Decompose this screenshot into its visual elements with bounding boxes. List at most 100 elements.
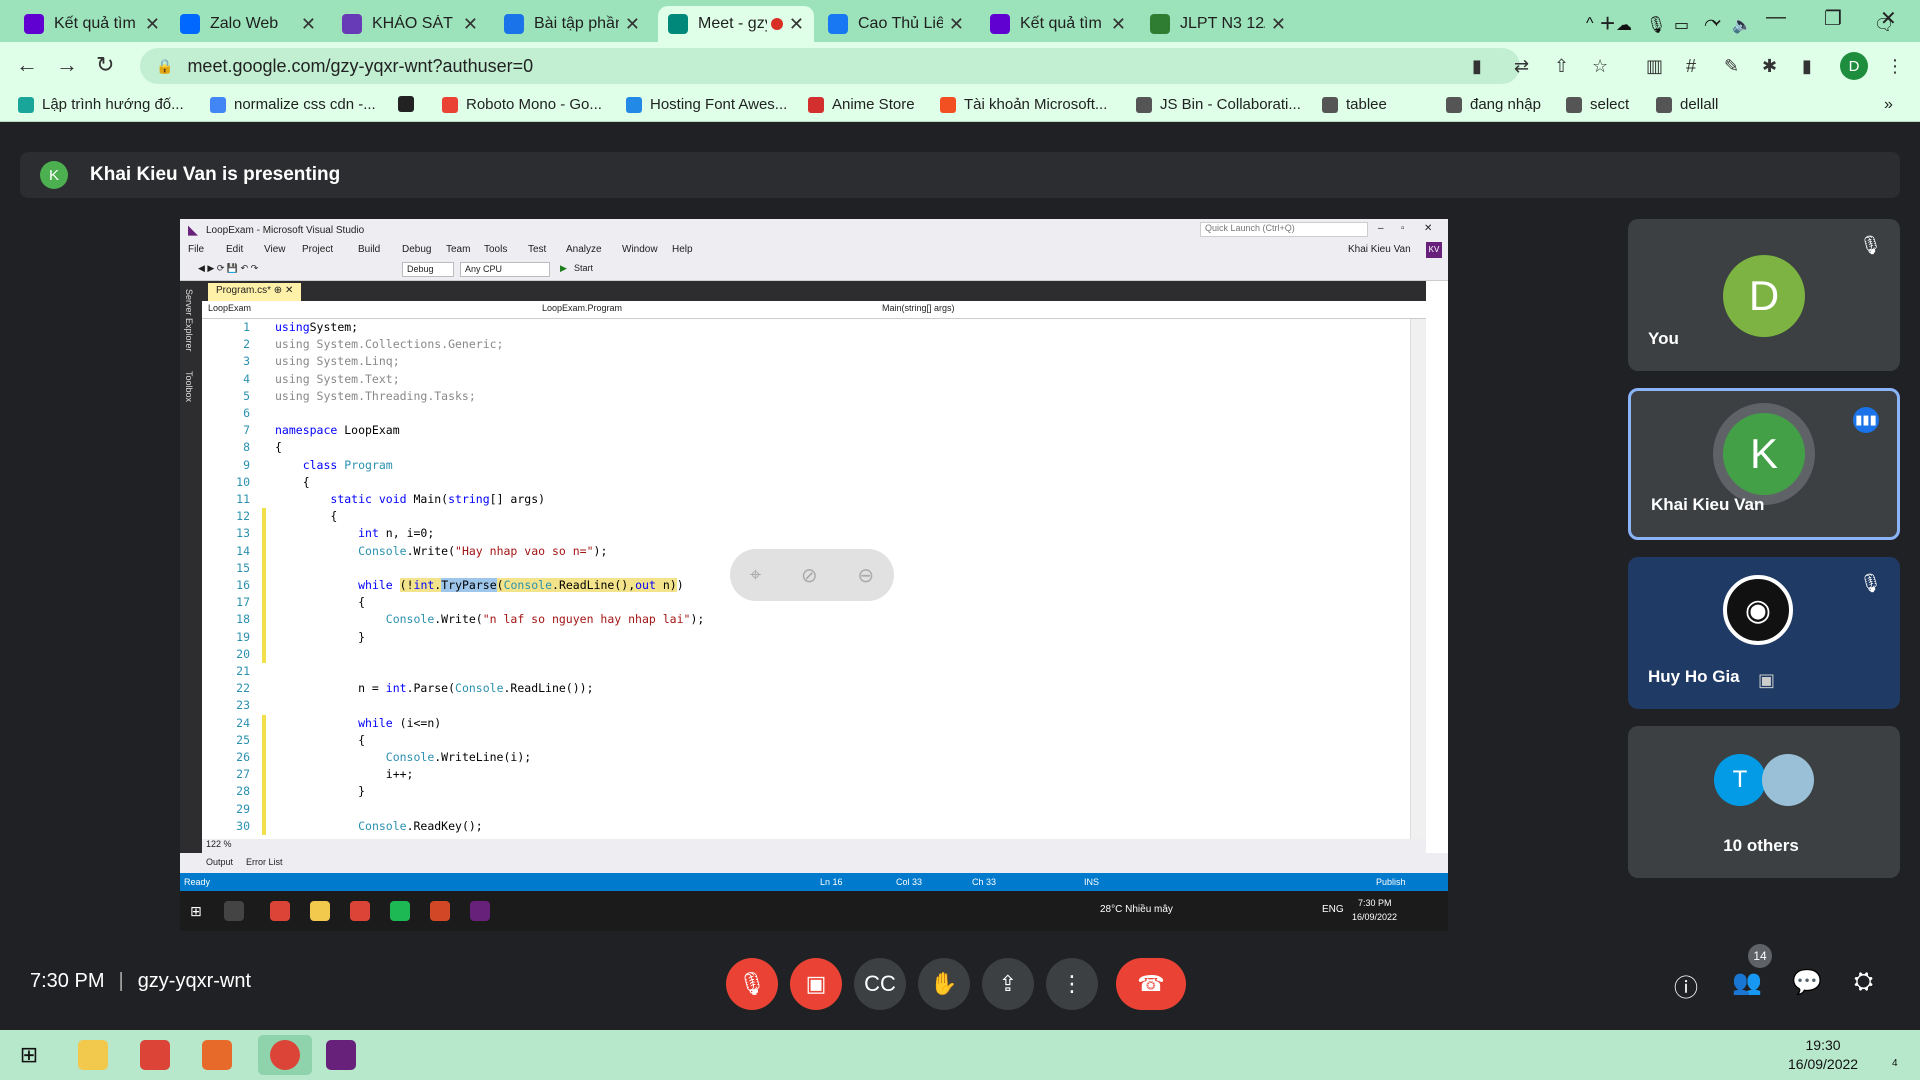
participant-tile-presenter[interactable]: K Khai Kieu Van ▮▮▮ xyxy=(1628,388,1900,540)
close-tab-icon[interactable]: ✕ xyxy=(463,14,478,35)
pen-extension-icon[interactable]: ✎ xyxy=(1724,56,1739,77)
vs-menu-item[interactable]: Build xyxy=(358,244,380,255)
nav-member[interactable]: Main(string[] args) xyxy=(882,303,955,313)
volume-icon[interactable]: 🔈 xyxy=(1732,15,1752,35)
close-tab-icon[interactable]: ✕ xyxy=(625,14,640,35)
nav-project[interactable]: LoopExam xyxy=(208,303,251,313)
bookmark-item[interactable]: Lập trình hướng đố... xyxy=(18,96,184,113)
participant-tile-you[interactable]: D You 🎙 xyxy=(1628,219,1900,371)
vs-menu-item[interactable]: Help xyxy=(672,244,693,255)
bookmark-item[interactable]: tablee xyxy=(1322,96,1387,113)
participant-tile-huy[interactable]: ◉ Huy Ho Gia ▣ 🎙 xyxy=(1628,557,1900,709)
share-icon[interactable]: ⇧ xyxy=(1554,56,1569,77)
bookmark-item[interactable]: select xyxy=(1566,96,1629,113)
activities-icon[interactable]: ⛭ xyxy=(1854,968,1873,996)
vs-close[interactable]: ✕ xyxy=(1424,223,1432,234)
mic-toggle-button[interactable]: 🎙 xyxy=(726,958,778,1010)
minimize-button[interactable]: — xyxy=(1766,6,1786,29)
error-list-tab[interactable]: Error List xyxy=(246,857,283,867)
file-explorer-icon[interactable] xyxy=(78,1040,108,1070)
browser-tab[interactable]: Kết quả tìm kiếm ✕ xyxy=(14,6,170,42)
browser-tab[interactable]: Meet - gzy-y ✕ xyxy=(658,6,814,42)
browser-tab[interactable]: Kết quả tìm kiếm ✕ xyxy=(980,6,1136,42)
extension-icon[interactable]: ▥ xyxy=(1646,56,1663,77)
notification-icon[interactable]: 🗨 xyxy=(1874,15,1894,35)
wifi-icon[interactable]: ◠ xyxy=(1704,15,1718,35)
chevron-up-icon[interactable]: ^ xyxy=(1586,15,1594,33)
taskbar-clock[interactable]: 19:30 16/09/2022 xyxy=(1788,1036,1858,1074)
vs-menu-item[interactable]: Project xyxy=(302,244,333,255)
captions-button[interactable]: CC xyxy=(854,958,906,1010)
output-tab[interactable]: Output xyxy=(206,857,233,867)
close-tab-icon[interactable]: ✕ xyxy=(1111,14,1126,35)
vs-menu-item[interactable]: Window xyxy=(622,244,658,255)
microphone-icon[interactable]: 🎙 xyxy=(1646,15,1666,35)
onedrive-icon[interactable]: ☁ xyxy=(1616,15,1632,35)
bookmark-item[interactable]: đang nhập xyxy=(1446,96,1541,113)
xampp-icon[interactable] xyxy=(202,1040,232,1070)
quick-launch-input[interactable]: Quick Launch (Ctrl+Q) xyxy=(1200,222,1368,237)
chrome-profile-taskbar-button[interactable] xyxy=(258,1035,312,1075)
file-tab-program[interactable]: Program.cs* ⊕ ✕ xyxy=(208,283,302,301)
bookmark-item[interactable]: Roboto Mono - Go... xyxy=(442,96,602,113)
chrome-icon[interactable] xyxy=(140,1040,170,1070)
browser-tab[interactable]: KHẢO SÁT Ý KIẾN ✕ xyxy=(332,6,488,42)
browser-tab[interactable]: Cao Thủ Liên Quâ ✕ xyxy=(818,6,974,42)
pin-off-icon[interactable]: ⌖ xyxy=(750,564,761,587)
vs-maximize[interactable]: ▫ xyxy=(1401,223,1405,234)
mute-off-icon[interactable]: ⊘ xyxy=(801,563,818,588)
side-panel-icon[interactable]: ▮ xyxy=(1802,56,1812,77)
vs-menu-item[interactable]: Test xyxy=(528,244,546,255)
vs-menu-item[interactable]: File xyxy=(188,244,204,255)
nav-class[interactable]: LoopExam.Program xyxy=(542,303,622,313)
start-button[interactable]: Start xyxy=(574,263,593,273)
grid-extension-icon[interactable]: # xyxy=(1686,56,1696,77)
zoom-level[interactable]: 122 % xyxy=(202,839,1426,853)
raise-hand-button[interactable]: ✋ xyxy=(918,958,970,1010)
vs-menu-item[interactable]: Edit xyxy=(226,244,243,255)
browser-tab[interactable]: Bài tập phần Inpu ✕ xyxy=(494,6,650,42)
remove-icon[interactable]: ⊖ xyxy=(857,563,874,588)
chat-icon[interactable]: 💬 xyxy=(1792,968,1822,997)
toolbox-tab[interactable]: Toolbox xyxy=(184,371,194,402)
bookmark-item[interactable]: dellall xyxy=(1656,96,1718,113)
close-tab-icon[interactable]: ✕ xyxy=(1271,14,1286,35)
battery-icon[interactable]: ▭ xyxy=(1674,15,1689,35)
new-tab-button[interactable]: + xyxy=(1600,8,1615,39)
participant-tile-others[interactable]: T 10 others xyxy=(1628,726,1900,878)
windows-start-icon[interactable]: ⊞ xyxy=(14,1040,44,1070)
bookmark-item[interactable]: Tài khoản Microsoft... xyxy=(940,96,1107,113)
camera-icon[interactable]: ▮ xyxy=(1472,56,1482,77)
status-publish[interactable]: Publish xyxy=(1376,877,1406,887)
present-button[interactable]: ⇪ xyxy=(982,958,1034,1010)
browser-tab[interactable]: JLPT N3 12/2016 ✕ xyxy=(1140,6,1296,42)
vs-minimize[interactable]: – xyxy=(1378,223,1384,234)
vs-menu-item[interactable]: Tools xyxy=(484,244,507,255)
close-tab-icon[interactable]: ✕ xyxy=(949,14,964,35)
vs-toolbar-icons[interactable]: ◀ ▶ ⟳ 💾 ↶ ↷ xyxy=(198,263,258,274)
bookmark-star-icon[interactable]: ☆ xyxy=(1592,56,1608,77)
vs-menu-item[interactable]: Team xyxy=(446,244,470,255)
vs-menu-item[interactable]: View xyxy=(264,244,286,255)
vs-menu-item[interactable]: Analyze xyxy=(566,244,602,255)
reload-button[interactable]: ↻ xyxy=(96,52,114,78)
more-bookmarks-icon[interactable]: » xyxy=(1884,96,1893,114)
back-button[interactable]: ← xyxy=(16,52,38,78)
bookmark-item[interactable]: Anime Store xyxy=(808,96,915,113)
bookmark-item[interactable]: normalize css cdn -... xyxy=(210,96,376,113)
vs-user-name[interactable]: Khai Kieu Van xyxy=(1348,244,1411,255)
profile-avatar[interactable]: D xyxy=(1840,52,1868,80)
vs-user-avatar[interactable]: KV xyxy=(1426,242,1442,258)
platform-select[interactable]: Any CPU xyxy=(460,262,550,277)
address-bar[interactable]: 🔒 meet.google.com/gzy-yqxr-wnt?authuser=… xyxy=(140,48,1520,84)
translate-icon[interactable]: ⇄ xyxy=(1514,56,1529,77)
server-explorer-tab[interactable]: Server Explorer xyxy=(184,289,194,352)
forward-button[interactable]: → xyxy=(56,52,78,78)
more-options-button[interactable]: ⋮ xyxy=(1046,958,1098,1010)
close-tab-icon[interactable]: ✕ xyxy=(789,14,804,35)
puzzle-icon[interactable]: ✱ xyxy=(1762,56,1777,77)
start-icon[interactable]: ▶ xyxy=(560,263,567,274)
people-icon[interactable]: 👥 xyxy=(1732,968,1762,997)
bookmark-item[interactable] xyxy=(398,96,422,112)
meeting-details-icon[interactable]: ⓘ xyxy=(1674,968,1698,1003)
